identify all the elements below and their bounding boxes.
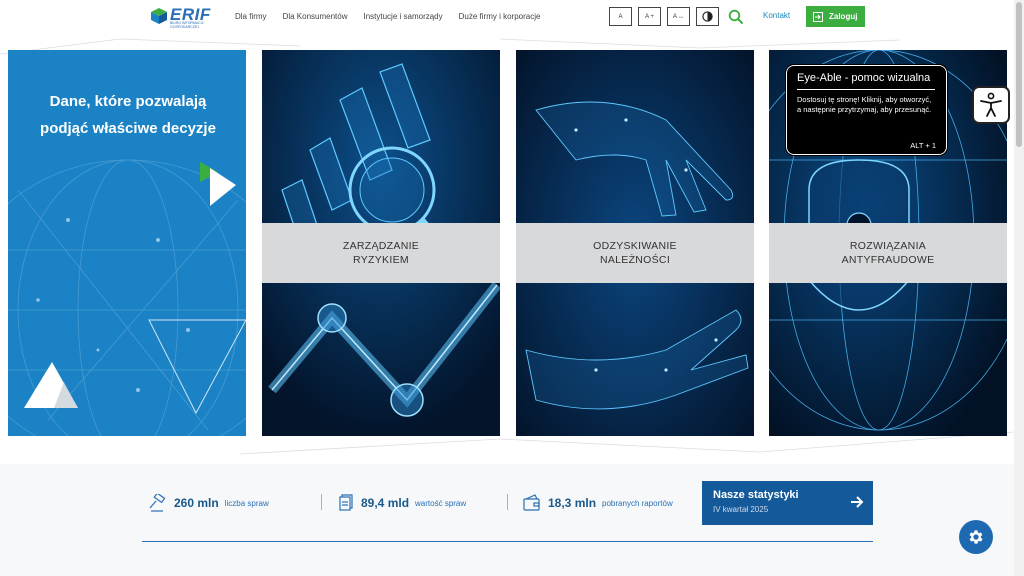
stat-cases-count: 260 mln liczba spraw	[148, 494, 269, 512]
tooltip-title: Eye-Able - pomoc wizualna	[797, 72, 931, 84]
font-spacing-button[interactable]: A ↔	[667, 7, 690, 26]
nav-item-institutions[interactable]: Instytucje i samorządy	[363, 12, 442, 21]
card-label-line2: RYZYKIEM	[353, 254, 409, 266]
stat-value: 89,4 mld	[361, 496, 410, 510]
stats-section: 260 mln liczba spraw 89,4 mld wartość sp…	[0, 464, 1014, 576]
card-label-line2: ANTYFRAUDOWE	[841, 254, 935, 266]
contrast-button[interactable]	[696, 7, 719, 26]
hero-headline: Dane, które pozwalają podjąć właściwe de…	[40, 93, 216, 137]
card-label-band: ODZYSKIWANIE NALEŻNOŚCI	[516, 223, 754, 283]
play-arrow-icon[interactable]	[200, 162, 238, 208]
stat-divider	[507, 494, 508, 510]
section-divider	[142, 541, 873, 542]
card-debt-collection[interactable]: ODZYSKIWANIE NALEŻNOŚCI	[516, 50, 754, 436]
card-label-line1: ZARZĄDZANIE	[342, 240, 420, 252]
hero-intro-panel: Dane, które pozwalają podjąć właściwe de…	[8, 50, 246, 436]
font-size-normal-button[interactable]: A	[609, 7, 632, 26]
erif-logo[interactable]: ERIF BIURO INFORMACJI GOSPODARCZEJ	[150, 5, 212, 29]
our-statistics-button[interactable]: Nasze statystyki IV kwartał 2025	[702, 481, 873, 525]
contact-link[interactable]: Kontakt	[763, 11, 790, 20]
stat-divider	[321, 494, 322, 510]
tooltip-body: Dostosuj tę stronę! Kliknij, aby otworzy…	[797, 95, 932, 114]
font-size-larger-button[interactable]: A +	[638, 7, 661, 26]
card-label-line1: ROZWIĄZANIA	[849, 240, 927, 252]
wallet-icon	[523, 494, 540, 511]
nav-item-firms[interactable]: Dla firmy	[235, 12, 267, 21]
nav-item-consumers[interactable]: Dla Konsumentów	[283, 12, 348, 21]
stat-value: 260 mln	[174, 496, 219, 510]
stats-button-title: Nasze statystyki	[713, 489, 799, 501]
card-label-band: ZARZĄDZANIE RYZYKIEM	[262, 223, 500, 283]
stat-value: 18,3 mln	[548, 496, 597, 510]
accessibility-person-icon	[980, 92, 1002, 117]
eye-able-tooltip: Eye-Able - pomoc wizualna Dostosuj tę st…	[785, 64, 948, 156]
card-label-band: ROZWIĄZANIA ANTYFRAUDOWE	[769, 223, 1007, 283]
login-label: Zaloguj	[829, 12, 858, 21]
nav-item-corporations[interactable]: Duże firmy i korporacje	[459, 12, 541, 21]
card-label-line1: ODZYSKIWANIE	[593, 240, 677, 252]
login-button[interactable]: Zaloguj	[806, 6, 865, 27]
scrollbar-thumb[interactable]	[1016, 2, 1022, 147]
search-icon[interactable]	[728, 9, 744, 25]
settings-fab[interactable]	[959, 520, 993, 554]
arrow-right-icon	[851, 496, 864, 508]
tooltip-shortcut: ALT + 1	[910, 141, 936, 150]
eye-able-button[interactable]	[972, 86, 1010, 124]
card-label-line2: NALEŻNOŚCI	[599, 254, 671, 266]
triangle-decor	[24, 362, 78, 408]
contrast-icon	[702, 11, 713, 22]
stat-label: wartość spraw	[415, 498, 467, 508]
stats-button-subtitle: IV kwartał 2025	[713, 505, 769, 514]
stat-cases-value: 89,4 mld wartość spraw	[337, 494, 466, 512]
main-nav: Dla firmy Dla Konsumentów Instytucje i s…	[235, 12, 556, 21]
stat-label: pobranych raportów	[602, 498, 673, 508]
page-scrollbar[interactable]	[1014, 0, 1024, 576]
document-icon	[339, 494, 353, 511]
site-header: ERIF BIURO INFORMACJI GOSPODARCZEJ Dla f…	[0, 0, 1014, 34]
gear-icon	[969, 530, 983, 544]
logo-subtitle: BIURO INFORMACJI GOSPODARCZEJ	[170, 21, 204, 29]
stat-reports-downloaded: 18,3 mln pobranych raportów	[522, 494, 673, 512]
logo-cube-icon	[151, 8, 167, 24]
stat-label: liczba spraw	[224, 498, 269, 508]
tooltip-divider	[797, 89, 935, 90]
login-icon	[813, 11, 823, 22]
card-risk-management[interactable]: ZARZĄDZANIE RYZYKIEM	[262, 50, 500, 436]
gavel-icon	[149, 494, 166, 512]
